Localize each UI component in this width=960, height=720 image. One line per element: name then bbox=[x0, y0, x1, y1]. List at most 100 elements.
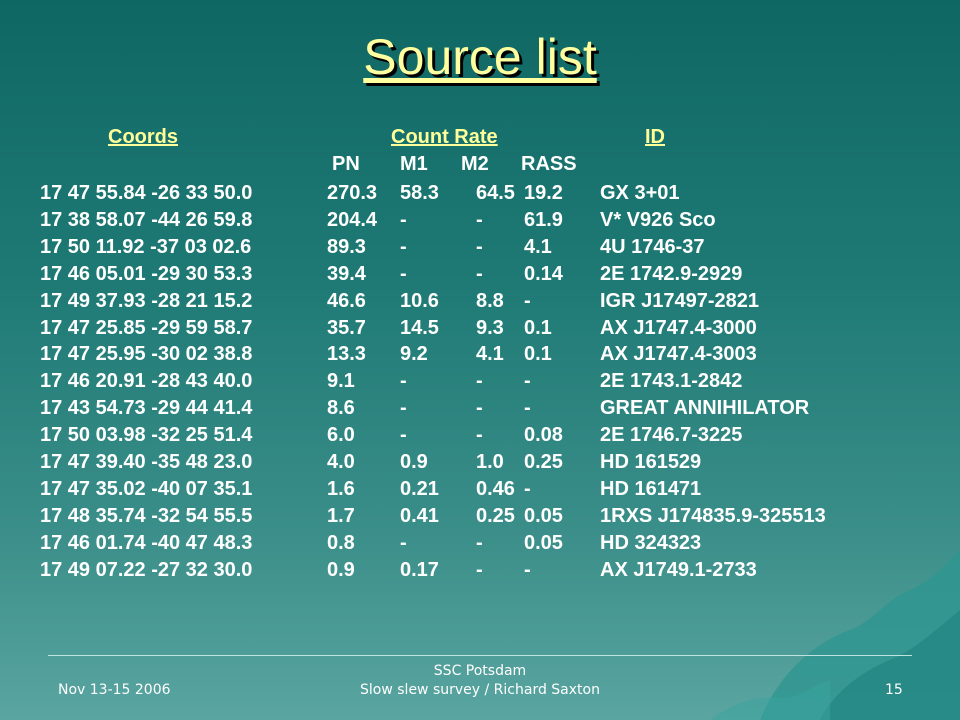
cell-id: 2E 1746.7-3225 bbox=[600, 424, 743, 447]
cell-coords: 17 46 01.74 -40 47 48.3 bbox=[40, 531, 253, 554]
table-row: 17 43 54.73 -29 44 41.4 8.6 - - - GREAT ANNIH… bbox=[0, 397, 960, 424]
cell-id: GREAT ANNIHILATOR bbox=[600, 397, 810, 420]
cell-m1: 0.41 bbox=[400, 504, 439, 527]
cell-pn: 39.4 bbox=[327, 262, 366, 285]
subheader-rass: RASS bbox=[521, 153, 577, 175]
cell-pn: 1.6 bbox=[327, 477, 355, 500]
cell-rass: - bbox=[524, 397, 531, 420]
cell-rass: 0.25 bbox=[524, 451, 563, 473]
cell-m1: 9.2 bbox=[400, 343, 428, 366]
cell-rass: 0.05 bbox=[524, 504, 563, 527]
cell-pn: 46.6 bbox=[327, 289, 366, 312]
table-row: 17 50 11.92 -37 03 02.6 89.3 - - 4.1 4U 1746-… bbox=[0, 236, 960, 263]
cell-coords: 17 50 03.98 -32 25 51.4 bbox=[40, 424, 253, 447]
cell-m2: 9.3 bbox=[476, 316, 504, 339]
cell-m2: - bbox=[476, 424, 483, 447]
cell-m2: 64.5 bbox=[476, 182, 515, 204]
cell-coords: 17 47 25.85 -29 59 58.7 bbox=[40, 316, 253, 339]
cell-id: AX J1749.1-2733 bbox=[600, 558, 757, 581]
cell-m1: - bbox=[400, 424, 407, 447]
cell-rass: - bbox=[524, 370, 531, 393]
table-row: 17 50 03.98 -32 25 51.4 6.0 - - 0.08 2E 1746.… bbox=[0, 424, 960, 451]
slide-title: Source list bbox=[363, 29, 597, 85]
cell-coords: 17 46 05.01 -29 30 53.3 bbox=[40, 262, 253, 285]
cell-pn: 1.7 bbox=[327, 504, 355, 527]
cell-pn: 89.3 bbox=[327, 235, 366, 258]
header-count-rate: Count Rate bbox=[391, 126, 498, 148]
subheader-pn: PN bbox=[332, 153, 360, 175]
cell-coords: 17 48 35.74 -32 54 55.5 bbox=[40, 504, 253, 527]
cell-coords: 17 47 55.84 -26 33 50.0 bbox=[40, 182, 253, 204]
cell-pn: 270.3 bbox=[327, 182, 378, 204]
cell-rass: 0.14 bbox=[524, 262, 563, 285]
cell-m1: - bbox=[400, 262, 407, 285]
cell-m1: - bbox=[400, 531, 407, 554]
cell-rass: 19.2 bbox=[524, 182, 563, 204]
table-row: 17 46 01.74 -40 47 48.3 0.8 - - 0.05 HD 32432… bbox=[0, 532, 960, 559]
cell-pn: 0.9 bbox=[327, 558, 355, 581]
cell-m2: 8.8 bbox=[476, 289, 504, 312]
cell-m1: 10.6 bbox=[400, 289, 439, 312]
cell-id: HD 161529 bbox=[600, 451, 702, 473]
cell-rass: 0.1 bbox=[524, 343, 552, 366]
subheader-m2: M2 bbox=[461, 153, 489, 175]
cell-m2: 1.0 bbox=[476, 451, 504, 473]
cell-id: HD 161471 bbox=[600, 477, 702, 500]
cell-id: GX 3+01 bbox=[600, 182, 680, 204]
header-coords: Coords bbox=[108, 126, 178, 148]
cell-coords: 17 50 11.92 -37 03 02.6 bbox=[40, 235, 252, 258]
cell-rass: 0.1 bbox=[524, 316, 552, 339]
cell-rass: - bbox=[524, 477, 531, 500]
cell-id: IGR J17497-2821 bbox=[600, 289, 760, 312]
footer-page-number: 15 bbox=[885, 682, 903, 698]
cell-id: 2E 1742.9-2929 bbox=[600, 262, 743, 285]
footer-talk: Slow slew survey / Richard Saxton bbox=[360, 682, 600, 698]
cell-m1: - bbox=[400, 208, 407, 231]
table-row: 17 38 58.07 -44 26 59.8 204.4- -61.9 V* V92… bbox=[0, 209, 960, 236]
cell-coords: 17 38 58.07 -44 26 59.8 bbox=[40, 208, 253, 231]
cell-m2: - bbox=[476, 397, 483, 420]
header-id: ID bbox=[645, 126, 665, 148]
cell-m2: - bbox=[476, 370, 483, 393]
cell-rass: 61.9 bbox=[524, 208, 563, 231]
table-row: 17 46 20.91 -28 43 40.0 9.1 - - - 2E 1743.1-2… bbox=[0, 370, 960, 397]
cell-rass: 0.05 bbox=[524, 531, 563, 554]
cell-m1: - bbox=[400, 397, 407, 420]
footer-venue: SSC Potsdam bbox=[433, 663, 527, 679]
cell-m1: 0.17 bbox=[400, 558, 439, 581]
cell-id: 1RXS J174835.9-325513 bbox=[600, 504, 826, 527]
cell-m2: - bbox=[476, 262, 483, 285]
table-row: 17 49 37.93 -28 21 15.2 46.6 10.6 8.8- IGR J… bbox=[0, 290, 960, 317]
cell-m2: - bbox=[476, 531, 483, 554]
cell-id: 2E 1743.1-2842 bbox=[600, 370, 743, 393]
cell-pn: 13.3 bbox=[327, 343, 366, 366]
table-row: 17 47 55.84 -26 33 50.0 270.3 58.3 64.5 19.2… bbox=[0, 182, 960, 209]
cell-rass: 4.1 bbox=[524, 235, 552, 258]
cell-m1: 0.21 bbox=[400, 477, 439, 500]
cell-coords: 17 47 35.02 -40 07 35.1 bbox=[40, 477, 253, 500]
cell-pn: 8.6 bbox=[327, 397, 355, 420]
cell-pn: 6.0 bbox=[327, 424, 355, 447]
cell-coords: 17 46 20.91 -28 43 40.0 bbox=[40, 370, 253, 393]
cell-id: AX J1747.4-3000 bbox=[600, 316, 757, 339]
cell-id: AX J1747.4-3003 bbox=[600, 343, 757, 366]
cell-coords: 17 49 07.22 -27 32 30.0 bbox=[40, 558, 253, 581]
cell-rass: - bbox=[524, 289, 531, 312]
cell-coords: 17 43 54.73 -29 44 41.4 bbox=[40, 397, 253, 420]
cell-m1: - bbox=[400, 235, 407, 258]
cell-coords: 17 49 37.93 -28 21 15.2 bbox=[40, 289, 253, 312]
table-row: 17 49 07.22 -27 32 30.0 0.9 0.17 - - AX J1749… bbox=[0, 559, 960, 586]
table-row: 17 47 35.02 -40 07 35.1 1.6 0.21 0.46- HD 16… bbox=[0, 478, 960, 505]
cell-id: V* V926 Sco bbox=[600, 208, 716, 231]
cell-m2: 4.1 bbox=[476, 343, 504, 366]
cell-m2: - bbox=[476, 558, 483, 581]
cell-pn: 9.1 bbox=[327, 370, 355, 393]
cell-rass: - bbox=[524, 558, 531, 581]
cell-pn: 204.4 bbox=[327, 208, 378, 231]
cell-m2: - bbox=[476, 208, 483, 231]
cell-m2: 0.46 bbox=[476, 477, 515, 500]
cell-m1: 14.5 bbox=[400, 316, 439, 339]
table-row: 17 46 05.01 -29 30 53.3 39.4 - - 0.14 2E 1742… bbox=[0, 263, 960, 290]
subheader-m1: M1 bbox=[400, 153, 428, 175]
cell-m1: - bbox=[400, 370, 407, 393]
